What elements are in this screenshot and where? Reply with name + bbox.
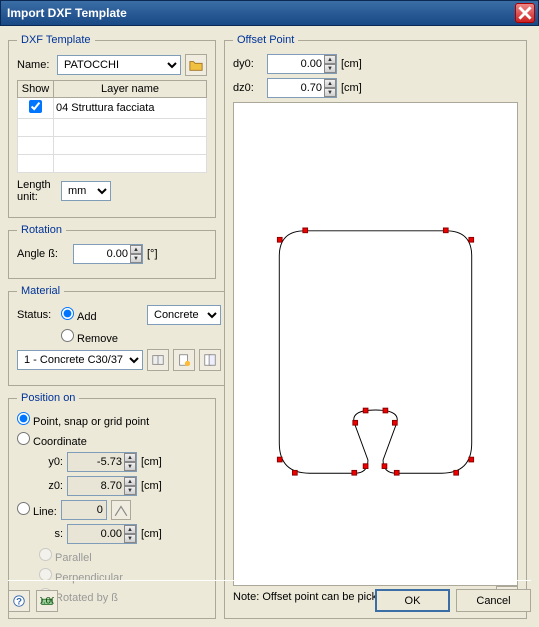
length-unit-combo[interactable]: mm bbox=[61, 181, 111, 201]
name-label: Name: bbox=[17, 59, 53, 71]
angle-spinner[interactable]: ▲▼ bbox=[130, 245, 142, 263]
dz0-unit: [cm] bbox=[341, 82, 362, 94]
name-combo[interactable]: PATOCCHI bbox=[57, 55, 181, 75]
svg-text:?: ? bbox=[16, 596, 22, 607]
preview-shape bbox=[234, 103, 517, 585]
cancel-button[interactable]: Cancel bbox=[456, 589, 531, 612]
dxf-template-group: DXF Template Name: PATOCCHI Show Layer n… bbox=[8, 34, 216, 218]
edit-material-button[interactable] bbox=[199, 349, 221, 371]
material-combo[interactable]: 1 - Concrete C30/37 bbox=[17, 350, 143, 370]
dxf-template-legend: DXF Template bbox=[17, 34, 95, 46]
pick-line-button[interactable] bbox=[111, 500, 131, 520]
table-row bbox=[18, 137, 207, 155]
table-row bbox=[18, 119, 207, 137]
bottom-bar: ? 0.00 OK Cancel bbox=[8, 580, 531, 612]
layer-table: Show Layer name 04 Struttura facciata bbox=[17, 80, 207, 173]
z0-spinner[interactable]: ▲▼ bbox=[124, 477, 136, 495]
dz0-spinner[interactable]: ▲▼ bbox=[324, 79, 336, 97]
position-legend: Position on bbox=[17, 392, 79, 404]
dz0-label: dz0: bbox=[233, 82, 263, 94]
close-icon[interactable] bbox=[515, 3, 535, 23]
open-file-button[interactable] bbox=[185, 54, 207, 76]
y0-unit: [cm] bbox=[141, 456, 162, 468]
window-title: Import DXF Template bbox=[7, 6, 515, 20]
length-unit-label: Length unit: bbox=[17, 179, 57, 203]
new-material-button[interactable] bbox=[173, 349, 195, 371]
status-add-radio[interactable]: Add bbox=[61, 311, 97, 323]
layer-name-cell[interactable]: 04 Struttura facciata bbox=[54, 98, 207, 119]
material-group: Material Status: Add Concrete Remove 1 -… bbox=[8, 285, 230, 386]
line-input[interactable] bbox=[61, 500, 107, 520]
units-button[interactable]: 0.00 bbox=[36, 590, 58, 612]
position-point-radio[interactable]: Point, snap or grid point bbox=[17, 412, 149, 428]
angle-unit: [°] bbox=[147, 248, 158, 260]
material-type-combo[interactable]: Concrete bbox=[147, 305, 221, 325]
help-button[interactable]: ? bbox=[8, 590, 30, 612]
position-coord-radio[interactable]: Coordinate bbox=[17, 432, 87, 448]
rotation-group: Rotation Angle ß: ▲▼ [°] bbox=[8, 224, 216, 279]
layer-show-checkbox[interactable] bbox=[29, 100, 42, 113]
line-parallel-radio: Parallel bbox=[39, 548, 92, 564]
rotation-legend: Rotation bbox=[17, 224, 66, 236]
material-legend: Material bbox=[17, 285, 64, 297]
offset-group: Offset Point dy0: ▲▼ [cm] dz0: ▲▼ [cm] bbox=[224, 34, 527, 619]
dy0-unit: [cm] bbox=[341, 58, 362, 70]
dy0-label: dy0: bbox=[233, 58, 263, 70]
dy0-spinner[interactable]: ▲▼ bbox=[324, 55, 336, 73]
preview-canvas[interactable] bbox=[233, 102, 518, 586]
s-spinner[interactable]: ▲▼ bbox=[124, 525, 136, 543]
y0-label: y0: bbox=[39, 456, 63, 468]
offset-legend: Offset Point bbox=[233, 34, 298, 46]
svg-text:0.00: 0.00 bbox=[40, 595, 54, 606]
ok-button[interactable]: OK bbox=[375, 589, 450, 612]
col-layer: Layer name bbox=[54, 81, 207, 98]
status-label: Status: bbox=[17, 309, 57, 321]
y0-spinner[interactable]: ▲▼ bbox=[124, 453, 136, 471]
angle-label: Angle ß: bbox=[17, 248, 69, 260]
table-row bbox=[18, 155, 207, 173]
col-show: Show bbox=[18, 81, 54, 98]
z0-unit: [cm] bbox=[141, 480, 162, 492]
table-row: 04 Struttura facciata bbox=[18, 98, 207, 119]
status-remove-radio[interactable]: Remove bbox=[61, 329, 118, 345]
s-label: s: bbox=[39, 528, 63, 540]
z0-label: z0: bbox=[39, 480, 63, 492]
library-button[interactable] bbox=[147, 349, 169, 371]
position-line-radio[interactable]: Line: bbox=[17, 502, 57, 518]
titlebar: Import DXF Template bbox=[0, 0, 539, 26]
s-unit: [cm] bbox=[141, 528, 162, 540]
